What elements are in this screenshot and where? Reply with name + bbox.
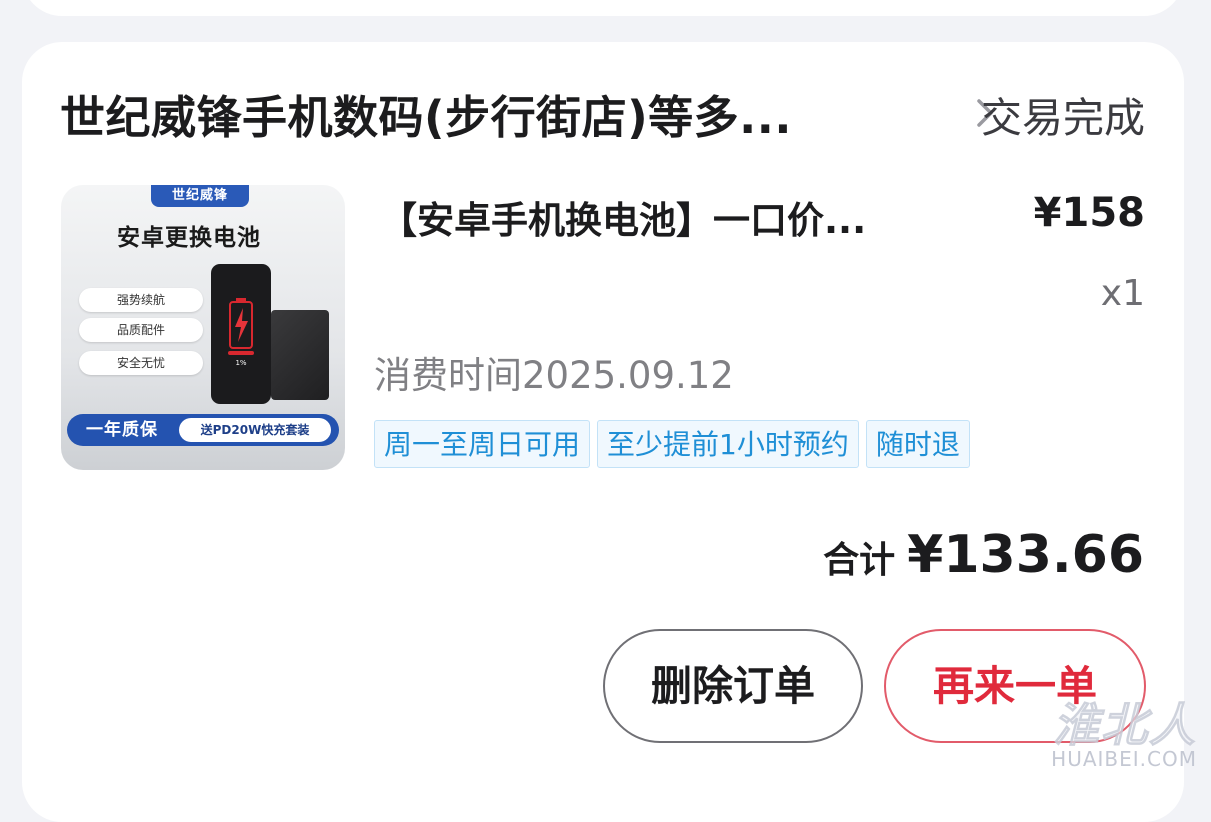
phone-image: 1% xyxy=(211,264,271,404)
product-title[interactable]: 【安卓手机换电池】一口价... xyxy=(380,190,960,244)
thumbnail-feature: 安全无忧 xyxy=(79,351,203,375)
gift-label: 送PD20W快充套装 xyxy=(179,418,331,442)
previous-order-card xyxy=(22,0,1184,16)
service-tag: 至少提前1小时预约 xyxy=(597,420,859,468)
total-amount: ¥133.66 xyxy=(907,525,1144,585)
store-name[interactable]: 世纪威锋手机数码(步行街店)等多... xyxy=(60,81,860,146)
product-quantity: x1 xyxy=(1100,273,1145,314)
product-price: ¥158 xyxy=(1033,190,1145,236)
reorder-button[interactable]: 再来一单 xyxy=(884,629,1146,743)
warranty-label: 一年质保 xyxy=(86,420,158,440)
order-total: 合计 ¥133.66 xyxy=(823,525,1144,585)
total-label: 合计 xyxy=(823,540,896,581)
battery-level: 1% xyxy=(235,359,246,367)
thumbnail-feature: 品质配件 xyxy=(79,318,203,342)
thumbnail-brand-tag: 世纪威锋 xyxy=(151,185,249,207)
order-status: 交易完成 xyxy=(981,94,1145,142)
service-tags: 周一至周日可用 至少提前1小时预约 随时退 xyxy=(374,420,970,468)
consume-time: 消费时间2025.09.12 xyxy=(374,354,734,397)
service-tag: 随时退 xyxy=(865,420,970,468)
thumbnail-feature: 强势续航 xyxy=(79,288,203,312)
battery-charging-icon: 1% xyxy=(228,298,254,367)
service-tag: 周一至周日可用 xyxy=(374,420,591,468)
delete-order-button[interactable]: 删除订单 xyxy=(603,629,863,743)
store-header[interactable]: 世纪威锋手机数码(步行街店)等多... 交易完成 xyxy=(60,78,1145,148)
thumbnail-title: 安卓更换电池 xyxy=(117,225,261,251)
thumbnail-banner: 一年质保 送PD20W快充套装 xyxy=(67,414,339,446)
product-thumbnail[interactable]: 世纪威锋 安卓更换电池 强势续航 品质配件 安全无忧 1% 一年质保 送PD20… xyxy=(61,185,345,470)
battery-pack-image xyxy=(271,310,329,400)
